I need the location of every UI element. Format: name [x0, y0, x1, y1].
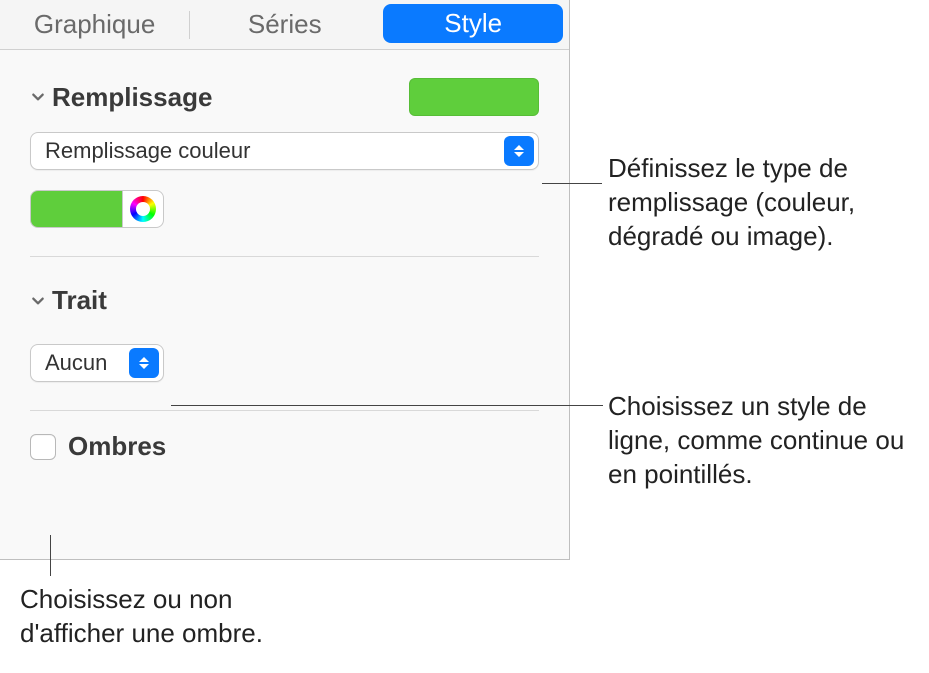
- color-picker-button[interactable]: [122, 190, 164, 228]
- stroke-style-select[interactable]: Aucun: [30, 344, 164, 382]
- stroke-section: Trait Aucun: [0, 257, 569, 410]
- shadows-checkbox[interactable]: [30, 434, 56, 460]
- chevron-down-icon[interactable]: [30, 89, 46, 105]
- section-title-wrap: Trait: [30, 285, 107, 316]
- shadows-row: Ombres: [0, 411, 569, 462]
- fill-preview-swatch[interactable]: [409, 78, 539, 116]
- fill-section: Remplissage Remplissage couleur: [0, 50, 569, 228]
- fill-title: Remplissage: [52, 82, 212, 113]
- section-header: Trait: [30, 257, 539, 328]
- section-title-wrap: Remplissage: [30, 82, 212, 113]
- tab-series[interactable]: Séries: [190, 0, 379, 49]
- callout-stroke-style: Choisissez un style de ligne, comme cont…: [608, 390, 928, 491]
- tab-label: Séries: [248, 9, 322, 40]
- color-row: [30, 190, 539, 228]
- fill-color-well[interactable]: [30, 190, 122, 228]
- chevron-down-icon[interactable]: [30, 293, 46, 309]
- inspector-panel: Graphique Séries Style Remplissage Rempl…: [0, 0, 570, 560]
- callout-leader: [542, 183, 602, 184]
- tab-label: Style: [444, 8, 502, 39]
- tabs: Graphique Séries Style: [0, 0, 569, 50]
- tab-chart[interactable]: Graphique: [0, 0, 189, 49]
- section-header: Remplissage: [30, 50, 539, 132]
- callout-fill-type: Définissez le type de remplissage (coule…: [608, 152, 928, 253]
- callout-leader: [171, 405, 603, 406]
- dropdown-stepper-icon: [129, 348, 159, 378]
- shadows-label: Ombres: [68, 431, 166, 462]
- color-wheel-icon: [130, 196, 156, 222]
- select-label: Aucun: [31, 350, 125, 376]
- stroke-row: Aucun: [30, 328, 539, 410]
- callout-shadows: Choisissez ou non d'afficher une ombre.: [20, 583, 340, 651]
- dropdown-stepper-icon: [504, 136, 534, 166]
- fill-type-select[interactable]: Remplissage couleur: [30, 132, 539, 170]
- select-label: Remplissage couleur: [31, 138, 500, 164]
- callout-leader: [50, 535, 51, 576]
- tab-label: Graphique: [34, 9, 155, 40]
- stroke-title: Trait: [52, 285, 107, 316]
- tab-style[interactable]: Style: [383, 4, 563, 43]
